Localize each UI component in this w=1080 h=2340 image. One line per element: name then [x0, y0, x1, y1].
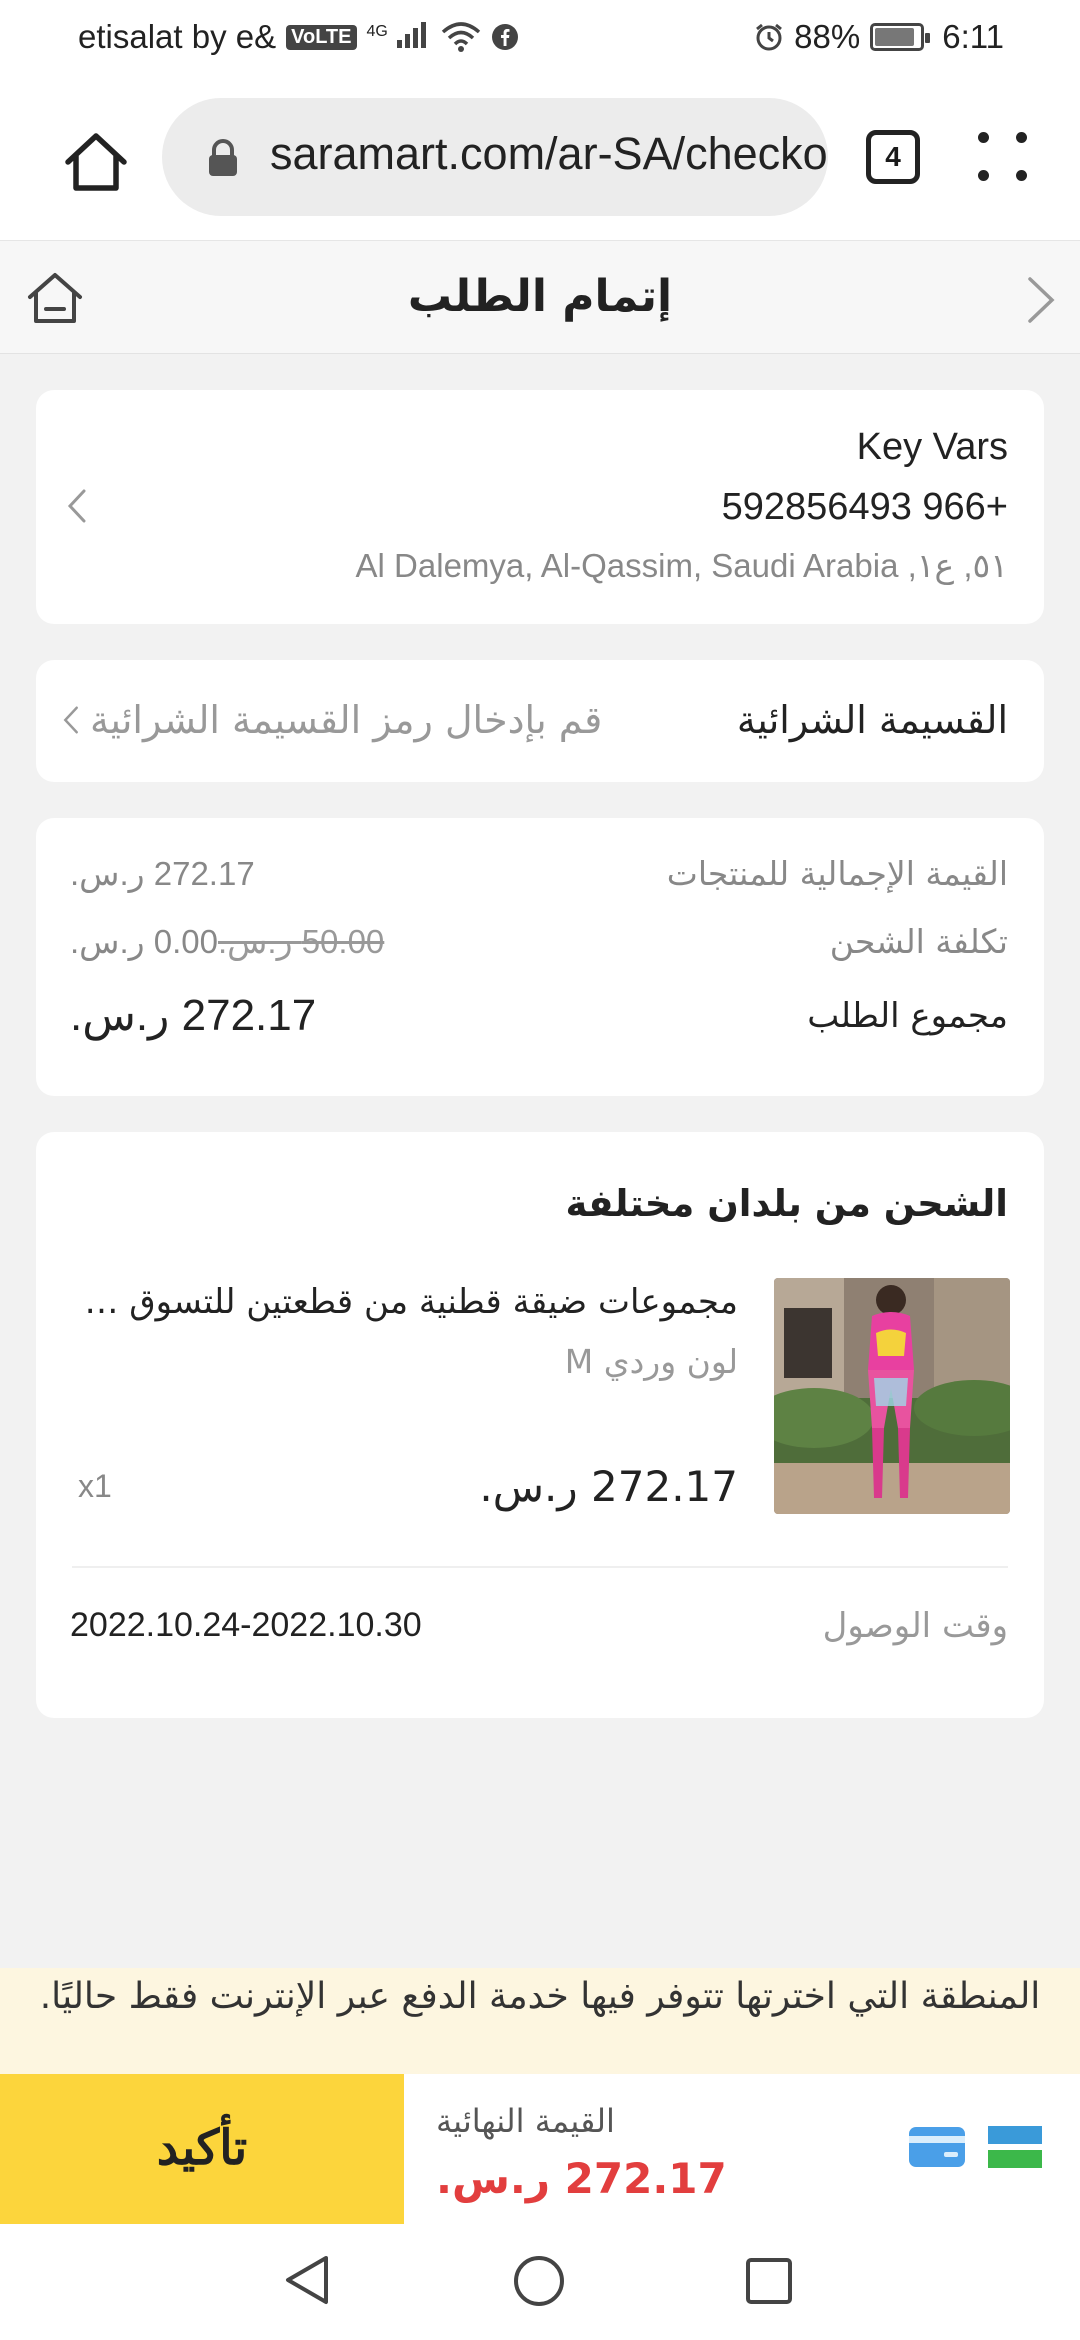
divider	[72, 1566, 1008, 1568]
product-variant: لون وردي M	[564, 1342, 738, 1381]
final-price-value: 272.17 ر.س.	[436, 2154, 727, 2203]
status-bar: etisalat by e& VoLTE 4G 88% 6:11	[0, 0, 1080, 72]
shipment-title: الشحن من بلدان مختلفة	[565, 1182, 1008, 1225]
shipping-value-group: 0.00 ر.س.50.00 ر.س.	[70, 922, 384, 961]
shipment-card: الشحن من بلدان مختلفة مجموعات ضيقة قطنية…	[36, 1132, 1044, 1718]
wifi-icon	[441, 22, 481, 52]
tab-count-button[interactable]: 4	[866, 130, 920, 184]
battery-percent: 88%	[794, 18, 861, 55]
arrival-time-label: وقت الوصول	[822, 1606, 1008, 1646]
payment-notice: المنطقة التي اخترتها تتوفر فيها خدمة الد…	[0, 1968, 1080, 2074]
subtotal-label: القيمة الإجمالية للمنتجات	[666, 854, 1008, 893]
product-name[interactable]: مجموعات ضيقة قطنية من قطعتين للتسوق وقت …	[74, 1282, 738, 1322]
network-type: 4G	[366, 23, 388, 40]
browser-home-icon[interactable]	[62, 128, 130, 196]
browser-toolbar: saramart.com/ar-SA/checkout 4	[0, 72, 1080, 240]
home-circle-icon[interactable]	[512, 2254, 566, 2308]
battery-icon	[870, 23, 931, 51]
product-quantity: x1	[78, 1468, 112, 1504]
credit-card-icon	[909, 2127, 965, 2167]
back-icon[interactable]	[282, 2252, 332, 2308]
recipient-name: Key Vars	[856, 426, 1008, 468]
browser-menu-icon[interactable]	[976, 130, 1030, 184]
order-total-label: مجموع الطلب	[807, 996, 1008, 1036]
back-chevron-icon[interactable]	[1026, 275, 1056, 325]
subtotal-value: 272.17 ر.س.	[70, 855, 255, 892]
payment-methods	[908, 2126, 1042, 2168]
order-total-value: 272.17 ر.س.	[70, 991, 317, 1040]
facebook-icon	[492, 24, 519, 50]
arrival-time-value: 2022.10.24-2022.10.30	[70, 1606, 422, 1644]
signal-icon: 4G	[367, 18, 432, 56]
system-nav-bar	[0, 2224, 1080, 2340]
shipping-value: 0.00 ر.س.	[70, 923, 218, 960]
url-text[interactable]: saramart.com/ar-SA/checkout	[270, 128, 828, 180]
lock-icon	[209, 139, 237, 176]
shipping-label: تكلفة الشحن	[829, 922, 1008, 961]
carrier-name: etisalat by e&	[78, 18, 277, 55]
product-price: 272.17 ر.س.	[479, 1462, 738, 1511]
recipient-phone: 592856493 966+	[721, 486, 1008, 528]
volte-badge: VoLTE	[286, 24, 357, 50]
chevron-left-icon	[67, 489, 86, 523]
shipping-original-price: 50.00 ر.س.	[217, 923, 385, 960]
address-bar[interactable]: saramart.com/ar-SA/checkout	[162, 98, 828, 216]
confirm-button[interactable]: تأكيد	[0, 2074, 404, 2224]
address-line: Al Dalemya, Al-Qassim, Saudi Arabia ,٥١,…	[355, 547, 1008, 584]
checkout-bar: تأكيد القيمة النهائية 272.17 ر.س.	[0, 2074, 1080, 2224]
recents-icon[interactable]	[744, 2256, 794, 2306]
coupon-card[interactable]: القسيمة الشرائية قم بإدخال رمز القسيمة ا…	[36, 660, 1044, 782]
product-image[interactable]	[774, 1278, 1010, 1514]
page-header: إتمام الطلب	[0, 240, 1080, 354]
address-card[interactable]: Key Vars 592856493 966+ Al Dalemya, Al-Q…	[36, 390, 1044, 624]
page-title: إتمام الطلب	[407, 271, 673, 322]
final-price-label: القيمة النهائية	[436, 2102, 615, 2140]
clock: 6:11	[942, 18, 1004, 55]
order-summary-card: القيمة الإجمالية للمنتجات 272.17 ر.س. تك…	[36, 818, 1044, 1096]
alarm-icon	[756, 23, 783, 51]
coupon-code-input[interactable]: قم بإدخال رمز القسيمة الشرائية	[90, 698, 602, 742]
chevron-left-icon	[63, 706, 78, 734]
coupon-label: القسيمة الشرائية	[736, 698, 1008, 742]
bank-transfer-icon	[988, 2126, 1042, 2168]
